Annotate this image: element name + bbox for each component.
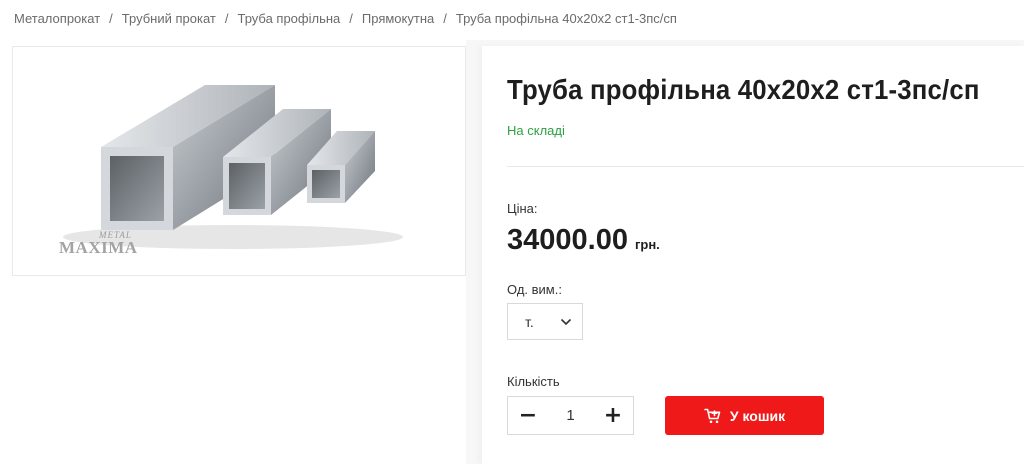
quantity-increase-button[interactable]: + (593, 397, 633, 434)
watermark-bottom: MAXIMA (59, 238, 138, 257)
quantity-label: Кількість (507, 374, 560, 389)
breadcrumb-separator: / (224, 11, 229, 26)
breadcrumb-item-truba-profilna[interactable]: Труба профільна (237, 11, 340, 26)
breadcrumb-separator: / (109, 11, 113, 26)
rectangular-steel-tubes-image: METAL MAXIMA (59, 85, 403, 257)
unit-select[interactable]: т. (507, 303, 583, 340)
stock-status: На складі (507, 123, 565, 138)
breadcrumb-item-priamokutna[interactable]: Прямокутна (362, 11, 434, 26)
quantity-stepper: − + (507, 396, 634, 435)
divider (507, 166, 1024, 167)
price-currency: грн. (634, 237, 660, 252)
breadcrumb-separator: / (443, 11, 447, 26)
product-title: Труба профільна 40х20х2 ст1-3пс/сп (507, 74, 980, 105)
breadcrumb-item-trubnyi-prokat[interactable]: Трубний прокат (122, 11, 216, 26)
quantity-decrease-button[interactable]: − (508, 397, 548, 434)
price-label: Ціна: (507, 201, 538, 216)
add-to-cart-label: У кошик (729, 407, 786, 424)
unit-select-value: т. (525, 313, 534, 330)
breadcrumb-item-current: Труба профільна 40х20х2 ст1-3пс/сп (455, 11, 677, 26)
product-gallery[interactable]: METAL MAXIMA (12, 46, 466, 276)
breadcrumb-item-metalloprokat[interactable]: Металопрокат (14, 11, 100, 26)
cart-icon (704, 408, 722, 424)
breadcrumb: Металопрокат / Трубний прокат / Труба пр… (14, 11, 677, 26)
quantity-input[interactable] (550, 407, 591, 424)
unit-label: Од. вим.: (507, 282, 562, 297)
price: 34000.00 грн. (507, 224, 660, 257)
breadcrumb-separator: / (349, 11, 353, 26)
price-value: 34000.00 (507, 224, 628, 256)
product-info-panel: Труба профільна 40х20х2 ст1-3пс/сп На ск… (482, 46, 1024, 464)
chevron-down-icon (560, 318, 572, 325)
add-to-cart-button[interactable]: У кошик (665, 396, 824, 435)
